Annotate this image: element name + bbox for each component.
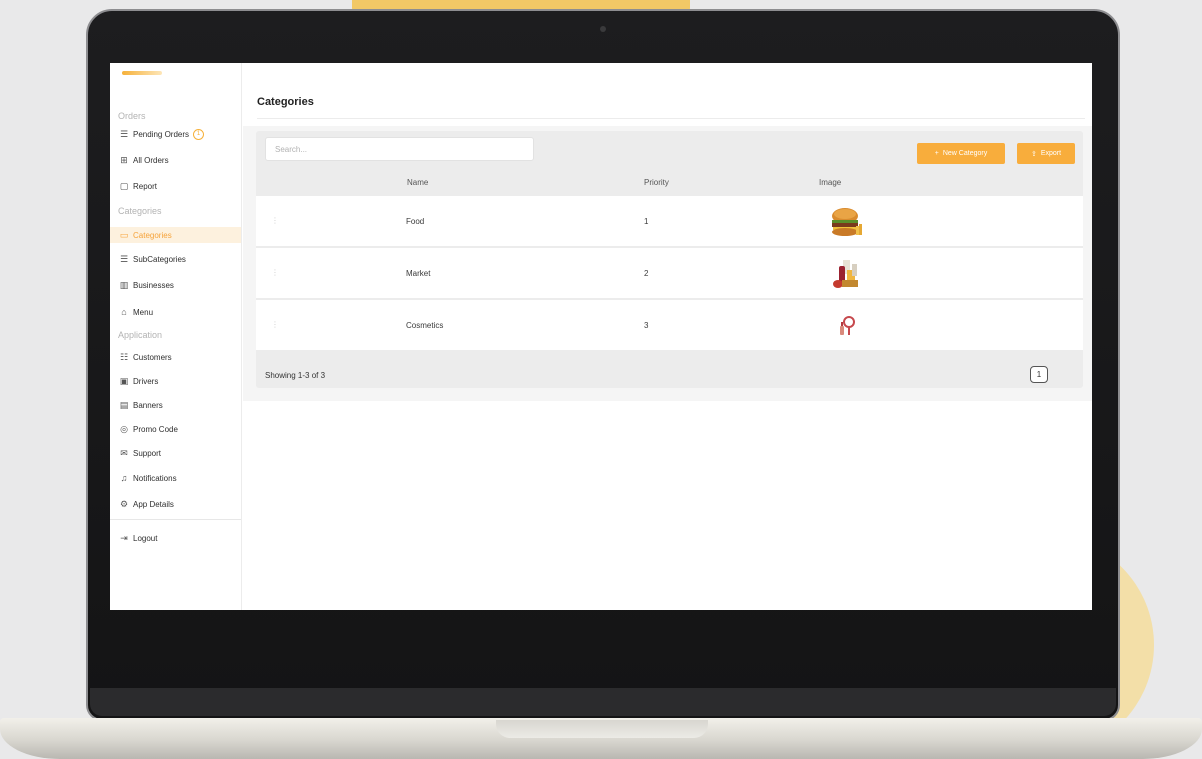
grid-icon: ⊞: [120, 154, 128, 165]
sidebar-item-subcategories[interactable]: ☰ SubCategories: [110, 251, 241, 267]
drag-handle-icon[interactable]: ⋮: [271, 320, 279, 329]
file-icon: ▢: [119, 180, 129, 191]
laptop-notch: [496, 720, 708, 738]
page-title: Categories: [257, 96, 314, 108]
section-orders: Orders: [118, 111, 146, 121]
category-priority: 1: [644, 217, 649, 226]
burger-image: [832, 208, 862, 236]
new-category-label: New Category: [942, 150, 988, 157]
sidebar-item-report[interactable]: ▢ Report: [110, 178, 241, 194]
new-category-button[interactable]: + New Category: [917, 143, 1005, 164]
bell-icon: ♫: [120, 473, 128, 483]
sidebar-item-label: App Details: [133, 499, 174, 509]
list-icon: ☰: [119, 128, 129, 139]
sidebar-item-logout[interactable]: ⇥ Logout: [110, 530, 241, 546]
sidebar-item-label: Banners: [133, 400, 163, 410]
sidebar-item-support[interactable]: ✉ Support: [110, 445, 241, 461]
sidebar-item-label: Menu: [133, 307, 154, 317]
sidebar-divider: [110, 519, 241, 520]
app-logo: [122, 71, 162, 75]
column-header-name[interactable]: Name: [407, 178, 428, 187]
section-application: Application: [118, 330, 163, 340]
main-content: Categories + New Category ⇪ Export Name …: [243, 63, 1092, 610]
sidebar-item-label: Customers: [133, 352, 172, 362]
sidebar-item-promo-code[interactable]: ◎ Promo Code: [110, 421, 241, 437]
drag-handle-icon[interactable]: ⋮: [271, 216, 279, 225]
bag-icon: ⌂: [121, 307, 127, 317]
building-icon: ▥: [119, 279, 129, 290]
sidebar-item-customers[interactable]: ☷ Customers: [110, 349, 241, 365]
search-input[interactable]: [265, 137, 534, 161]
sidebar-item-label: Report: [133, 181, 158, 191]
plus-icon: +: [934, 150, 939, 157]
sidebar: Orders ☰ Pending Orders 1 ⊞ All Orders ▢…: [110, 63, 242, 610]
table-row[interactable]: ⋮ Market 2: [256, 248, 1083, 299]
sidebar-item-drivers[interactable]: ▣ Drivers: [110, 373, 241, 389]
sidebar-item-label: Categories: [133, 230, 172, 240]
pending-count-badge: 1: [193, 128, 205, 140]
drag-handle-icon[interactable]: ⋮: [271, 268, 279, 277]
sidebar-item-label: Support: [133, 448, 162, 458]
sidebar-item-label: Logout: [133, 533, 158, 543]
mail-icon: ✉: [120, 447, 128, 458]
gear-icon: ⚙: [119, 498, 129, 509]
export-button[interactable]: ⇪ Export: [1017, 143, 1075, 164]
category-name: Cosmetics: [406, 321, 444, 330]
sidebar-item-label: SubCategories: [133, 254, 186, 264]
sidebar-item-label: Drivers: [133, 376, 159, 386]
column-header-priority[interactable]: Priority: [644, 178, 669, 187]
sidebar-item-categories[interactable]: ▭ Categories: [110, 227, 241, 243]
image-icon: ▤: [119, 399, 129, 410]
laptop-bezel-bottom: [90, 688, 1116, 716]
sidebar-item-pending-orders[interactable]: ☰ Pending Orders 1: [110, 126, 241, 142]
sidebar-item-label: All Orders: [133, 155, 169, 165]
logout-icon: ⇥: [120, 532, 128, 543]
app-screen: Orders ☰ Pending Orders 1 ⊞ All Orders ▢…: [110, 63, 1092, 610]
title-divider: [257, 118, 1085, 119]
pagination-page-button[interactable]: 1: [1030, 366, 1048, 383]
category-priority: 3: [644, 321, 649, 330]
sidebar-item-notifications[interactable]: ♫ Notifications: [110, 470, 241, 486]
cosmetics-image: [840, 316, 855, 335]
sidebar-item-menu[interactable]: ⌂ Menu: [110, 304, 241, 320]
table-row[interactable]: ⋮ Cosmetics 3: [256, 300, 1083, 351]
sidebar-item-label: Promo Code: [133, 424, 178, 434]
sidebar-item-label: Notifications: [133, 473, 177, 483]
list-icon: ☰: [119, 253, 129, 264]
section-categories: Categories: [118, 206, 162, 216]
sidebar-item-businesses[interactable]: ▥ Businesses: [110, 277, 241, 293]
category-name: Market: [406, 269, 431, 278]
column-header-image[interactable]: Image: [819, 178, 841, 187]
sidebar-item-all-orders[interactable]: ⊞ All Orders: [110, 152, 241, 168]
category-name: Food: [406, 217, 425, 226]
category-priority: 2: [644, 269, 649, 278]
table-row[interactable]: ⋮ Food 1: [256, 196, 1083, 247]
percent-icon: ◎: [120, 423, 128, 434]
sidebar-item-app-details[interactable]: ⚙ App Details: [110, 496, 241, 512]
webcam: [600, 26, 606, 32]
sidebar-item-label: Pending Orders: [133, 129, 190, 139]
upload-icon: ⇪: [1030, 150, 1037, 158]
export-label: Export: [1040, 150, 1062, 157]
groceries-image: [833, 260, 858, 288]
sidebar-item-banners[interactable]: ▤ Banners: [110, 397, 241, 413]
car-icon: ▣: [119, 375, 129, 386]
tag-icon: ▭: [119, 229, 129, 240]
pagination-summary: Showing 1-3 of 3: [265, 371, 326, 380]
sidebar-item-label: Businesses: [133, 280, 174, 290]
users-icon: ☷: [119, 351, 129, 362]
